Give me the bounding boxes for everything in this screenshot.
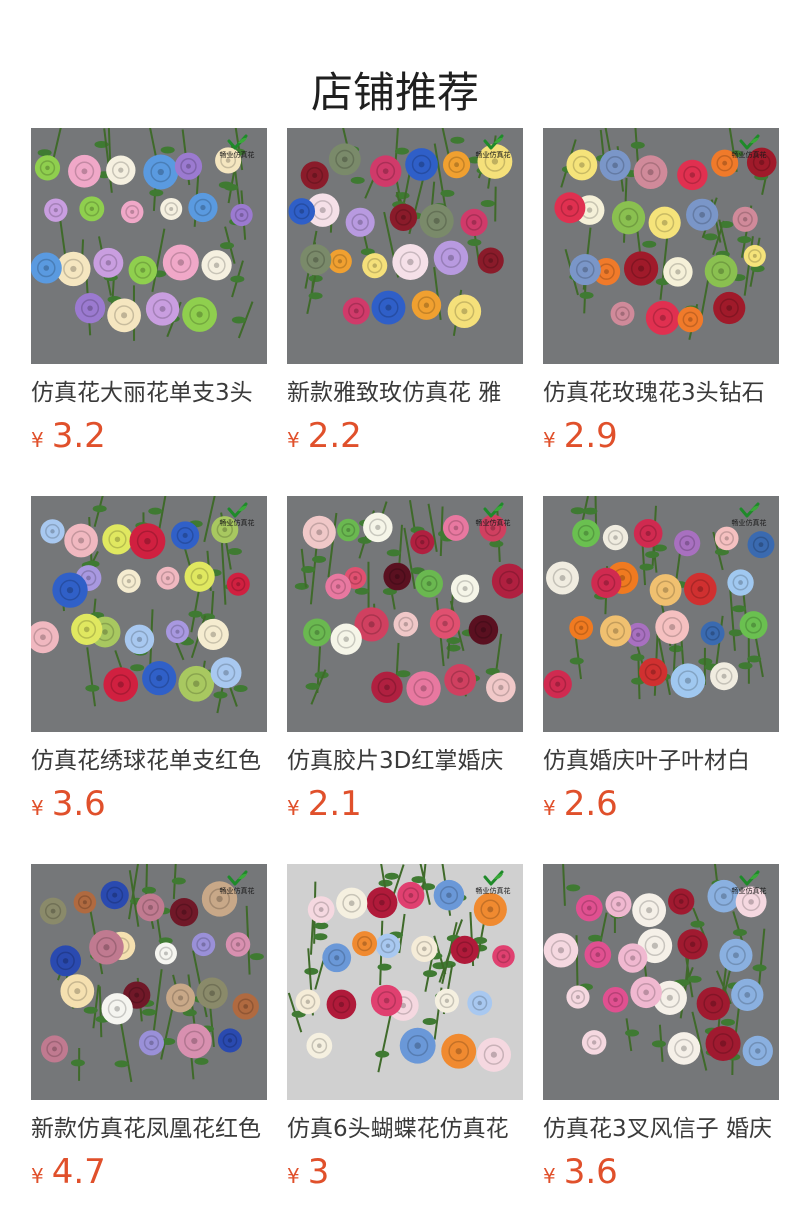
product-image[interactable]: 畅业仿真花 xyxy=(31,496,267,732)
currency-symbol: ¥ xyxy=(31,796,44,820)
brand-watermark: 畅业仿真花 xyxy=(727,134,771,160)
product-card[interactable]: 畅业仿真花仿真婚庆叶子叶材白 ¥2.6 xyxy=(543,496,779,836)
product-price: ¥4.7 xyxy=(31,1152,267,1192)
product-card[interactable]: 畅业仿真花新款雅致玫仿真花 雅 ¥2.2 xyxy=(287,128,523,468)
product-price: ¥2.2 xyxy=(287,416,523,456)
price-amount: 4.7 xyxy=(51,1152,106,1192)
product-title[interactable]: 仿真花大丽花单支3头 xyxy=(31,378,267,408)
leaf-logo-icon xyxy=(227,502,248,518)
product-title[interactable]: 仿真花绣球花单支红色 xyxy=(31,746,267,776)
price-amount: 2.6 xyxy=(563,784,618,824)
leaf-logo-icon xyxy=(739,870,760,886)
product-title[interactable]: 仿真婚庆叶子叶材白 xyxy=(543,746,779,776)
product-price: ¥3.6 xyxy=(543,1152,779,1192)
product-price: ¥3.2 xyxy=(31,416,267,456)
currency-symbol: ¥ xyxy=(543,796,556,820)
product-card[interactable]: 畅业仿真花仿真胶片3D红掌婚庆 ¥2.1 xyxy=(287,496,523,836)
currency-symbol: ¥ xyxy=(543,1164,556,1188)
product-image[interactable]: 畅业仿真花 xyxy=(287,496,523,732)
brand-name: 畅业仿真花 xyxy=(219,519,255,527)
brand-watermark: 畅业仿真花 xyxy=(727,502,771,528)
leaf-logo-icon xyxy=(483,870,504,886)
product-card[interactable]: 畅业仿真花仿真花3叉风信子 婚庆 ¥3.6 xyxy=(543,864,779,1204)
product-title[interactable]: 仿真胶片3D红掌婚庆 xyxy=(287,746,523,776)
price-amount: 3.6 xyxy=(563,1152,618,1192)
price-amount: 2.2 xyxy=(307,416,362,456)
price-amount: 2.1 xyxy=(307,784,362,824)
flower-photo-dahlia-flowers xyxy=(31,128,267,364)
currency-symbol: ¥ xyxy=(31,1164,44,1188)
product-title[interactable]: 仿真花玫瑰花3头钻石 xyxy=(543,378,779,408)
brand-name: 畅业仿真花 xyxy=(219,151,255,159)
brand-watermark: 畅业仿真花 xyxy=(215,502,259,528)
currency-symbol: ¥ xyxy=(287,428,300,452)
leaf-logo-icon xyxy=(483,502,504,518)
brand-name: 畅业仿真花 xyxy=(731,151,767,159)
product-title[interactable]: 仿真6头蝴蝶花仿真花 xyxy=(287,1114,523,1144)
brand-watermark: 畅业仿真花 xyxy=(215,870,259,896)
brand-watermark: 畅业仿真花 xyxy=(471,870,515,896)
flower-photo-phoenix-flower xyxy=(31,864,267,1100)
leaf-logo-icon xyxy=(483,134,504,150)
product-price: ¥2.1 xyxy=(287,784,523,824)
currency-symbol: ¥ xyxy=(31,428,44,452)
product-card[interactable]: 畅业仿真花仿真花绣球花单支红色 ¥3.6 xyxy=(31,496,267,836)
flower-photo-rose-three-head xyxy=(543,128,779,364)
product-card[interactable]: 畅业仿真花仿真花大丽花单支3头 ¥3.2 xyxy=(31,128,267,468)
leaf-logo-icon xyxy=(227,134,248,150)
brand-name: 畅业仿真花 xyxy=(475,519,511,527)
product-price: ¥2.9 xyxy=(543,416,779,456)
price-amount: 3.2 xyxy=(51,416,106,456)
brand-name: 畅业仿真花 xyxy=(731,519,767,527)
leaf-logo-icon xyxy=(227,870,248,886)
leaf-logo-icon xyxy=(739,134,760,150)
product-card[interactable]: 畅业仿真花新款仿真花凤凰花红色 ¥4.7 xyxy=(31,864,267,1204)
price-amount: 3 xyxy=(307,1152,330,1192)
brand-watermark: 畅业仿真花 xyxy=(471,502,515,528)
price-amount: 2.9 xyxy=(563,416,618,456)
product-title[interactable]: 新款仿真花凤凰花红色 xyxy=(31,1114,267,1144)
brand-name: 畅业仿真花 xyxy=(475,151,511,159)
flower-photo-anthurium xyxy=(287,496,523,732)
currency-symbol: ¥ xyxy=(287,1164,300,1188)
flower-photo-hyacinth xyxy=(543,864,779,1100)
brand-name: 畅业仿真花 xyxy=(475,887,511,895)
product-image[interactable]: 畅业仿真花 xyxy=(543,864,779,1100)
currency-symbol: ¥ xyxy=(287,796,300,820)
product-image[interactable]: 畅业仿真花 xyxy=(543,496,779,732)
brand-watermark: 畅业仿真花 xyxy=(215,134,259,160)
brand-name: 畅业仿真花 xyxy=(731,887,767,895)
flower-photo-rose-variety xyxy=(287,128,523,364)
brand-watermark: 畅业仿真花 xyxy=(727,870,771,896)
leaf-logo-icon xyxy=(739,502,760,518)
product-title[interactable]: 新款雅致玫仿真花 雅 xyxy=(287,378,523,408)
product-image[interactable]: 畅业仿真花 xyxy=(287,128,523,364)
flower-photo-hydrangea xyxy=(31,496,267,732)
section-title: 店铺推荐 xyxy=(310,68,479,118)
flower-photo-butterfly-flower xyxy=(287,864,523,1100)
brand-watermark: 畅业仿真花 xyxy=(471,134,515,160)
product-card[interactable]: 畅业仿真花仿真6头蝴蝶花仿真花 ¥3 xyxy=(287,864,523,1204)
currency-symbol: ¥ xyxy=(543,428,556,452)
product-image[interactable]: 畅业仿真花 xyxy=(287,864,523,1100)
product-image[interactable]: 畅业仿真花 xyxy=(31,128,267,364)
product-image[interactable]: 畅业仿真花 xyxy=(543,128,779,364)
product-price: ¥3 xyxy=(287,1152,523,1192)
product-title[interactable]: 仿真花3叉风信子 婚庆 xyxy=(543,1114,779,1144)
price-amount: 3.6 xyxy=(51,784,106,824)
product-card[interactable]: 畅业仿真花仿真花玫瑰花3头钻石 ¥2.9 xyxy=(543,128,779,468)
flower-photo-foliage xyxy=(543,496,779,732)
brand-name: 畅业仿真花 xyxy=(219,887,255,895)
product-price: ¥2.6 xyxy=(543,784,779,824)
product-price: ¥3.6 xyxy=(31,784,267,824)
product-image[interactable]: 畅业仿真花 xyxy=(31,864,267,1100)
